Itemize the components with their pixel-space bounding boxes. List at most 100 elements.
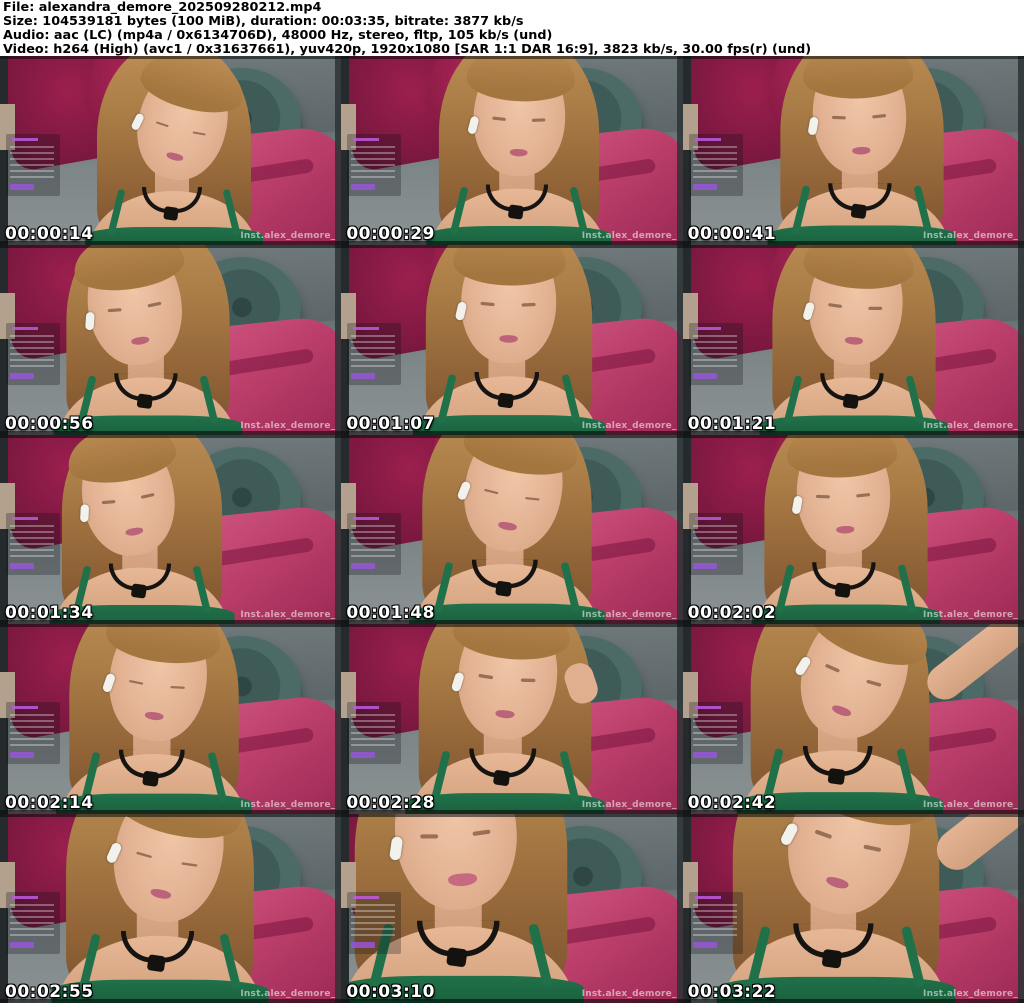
video-frame <box>0 434 342 625</box>
video-thumbnail: 00:00:41 Inst.alex_demore_ <box>682 56 1024 246</box>
stream-overlay <box>6 512 60 575</box>
stream-overlay-badge <box>10 941 34 948</box>
person-head <box>69 245 189 371</box>
person <box>44 813 276 1003</box>
frame-right-edge <box>1018 434 1024 625</box>
stream-overlay <box>6 702 60 765</box>
video-thumbnail: 00:03:10 Inst.alex_demore_ <box>341 813 683 1003</box>
video-thumbnail: 00:03:22 Inst.alex_demore_ <box>682 813 1024 1003</box>
choker-pendant <box>446 947 468 968</box>
person <box>49 624 258 814</box>
person <box>709 813 1024 1003</box>
metadata-file-line: File: alexandra_demore_202509280212.mp4 <box>3 0 322 15</box>
video-frame <box>682 813 1024 1003</box>
watermark-text: Inst.alex_demore_ <box>581 988 677 999</box>
metadata-audio-line: Audio: aac (LC) (mp4a / 0x6134706D), 480… <box>3 27 553 43</box>
person-head <box>377 813 526 914</box>
frame-top-shade <box>0 56 342 59</box>
stream-overlay <box>688 512 743 575</box>
stream-overlay-badge <box>692 373 717 380</box>
video-frame <box>682 624 1024 814</box>
stream-overlay-badge <box>351 373 376 380</box>
frame-top-shade <box>682 434 1024 438</box>
frame-top-shade <box>682 56 1024 59</box>
frame-right-edge <box>1018 813 1024 1003</box>
frame-right-edge <box>1018 56 1024 246</box>
watermark-text: Inst.alex_demore_ <box>240 610 336 621</box>
right-eye <box>520 678 536 682</box>
watermark-text: Inst.alex_demore_ <box>581 799 677 810</box>
person <box>47 245 248 435</box>
timestamp-label: 00:01:21 <box>687 413 777 434</box>
stream-overlay <box>6 134 60 196</box>
timestamp-label: 00:02:28 <box>346 792 435 813</box>
person-head <box>802 245 917 368</box>
video-thumbnail: 00:01:34 Inst.alex_demore_ <box>0 434 342 625</box>
video-frame <box>682 434 1024 625</box>
timestamp-label: 00:02:42 <box>687 792 777 813</box>
video-thumbnail: 00:01:48 Inst.alex_demore_ <box>341 434 683 625</box>
person-head <box>802 56 915 177</box>
frame-right-edge <box>1018 245 1024 435</box>
timestamp-label: 00:00:56 <box>5 413 94 434</box>
frame-top-shade <box>682 245 1024 249</box>
video-frame <box>682 245 1024 435</box>
video-thumbnail: 00:00:14 Inst.alex_demore_ <box>0 56 342 246</box>
video-frame <box>341 245 683 435</box>
watermark-text: Inst.alex_demore_ <box>240 231 336 242</box>
video-frame <box>0 624 342 814</box>
watermark-text: Inst.alex_demore_ <box>240 420 336 431</box>
metadata-header: File: alexandra_demore_202509280212.mp4 … <box>0 0 1024 56</box>
person-head <box>465 56 576 179</box>
person <box>730 624 1024 814</box>
frame-top-shade <box>682 624 1024 628</box>
video-thumbnail: 00:02:02 Inst.alex_demore_ <box>682 434 1024 625</box>
person <box>399 624 612 814</box>
choker-pendant <box>162 206 179 222</box>
watermark-text: Inst.alex_demore_ <box>581 610 677 621</box>
frame-top-shade <box>0 813 342 817</box>
thumbnail-grid: 00:00:14 Inst.alex_demore_ 00:00:29 Inst… <box>0 56 1024 1003</box>
stream-overlay <box>688 702 743 765</box>
choker-pendant <box>492 769 511 786</box>
metadata-size-line: Size: 104539181 bytes (100 MiB), duratio… <box>3 13 524 29</box>
frame-top-shade <box>0 434 342 438</box>
choker-pendant <box>146 954 166 973</box>
stream-overlay-badge <box>10 562 34 569</box>
choker-pendant <box>141 770 159 787</box>
choker-pendant <box>821 948 843 969</box>
stream-overlay-badge <box>692 184 717 190</box>
frame-top-shade <box>341 434 683 438</box>
frame-top-shade <box>341 56 683 59</box>
timestamp-label: 00:01:07 <box>346 413 435 434</box>
person <box>43 434 241 625</box>
stream-overlay-badge <box>10 184 34 190</box>
choker-pendant <box>130 583 147 599</box>
video-thumbnail: 00:02:42 Inst.alex_demore_ <box>682 624 1024 814</box>
video-frame <box>341 624 683 814</box>
stream-overlay <box>6 891 60 954</box>
timestamp-label: 00:00:14 <box>5 224 94 245</box>
timestamp-label: 00:00:29 <box>346 224 435 245</box>
person <box>406 245 611 435</box>
video-frame <box>0 813 342 1003</box>
timestamp-label: 00:03:22 <box>687 981 777 1002</box>
right-eye <box>868 306 883 310</box>
timestamp-label: 00:01:34 <box>5 603 94 624</box>
frame-top-shade <box>0 245 342 249</box>
choker-pendant <box>842 393 860 409</box>
timestamp-label: 00:02:55 <box>5 981 94 1002</box>
watermark-text: Inst.alex_demore_ <box>923 420 1018 431</box>
stream-overlay-badge <box>351 562 376 569</box>
person <box>746 434 947 625</box>
choker-pendant <box>834 582 852 599</box>
contact-sheet: File: alexandra_demore_202509280212.mp4 … <box>0 0 1024 1003</box>
person-head <box>450 624 573 744</box>
video-frame <box>0 56 342 246</box>
stream-overlay-badge <box>692 562 717 569</box>
person-head <box>452 245 567 364</box>
timestamp-label: 00:02:02 <box>687 603 777 624</box>
stream-overlay-badge <box>10 373 34 380</box>
watermark-text: Inst.alex_demore_ <box>923 799 1018 810</box>
person-head <box>63 434 183 563</box>
